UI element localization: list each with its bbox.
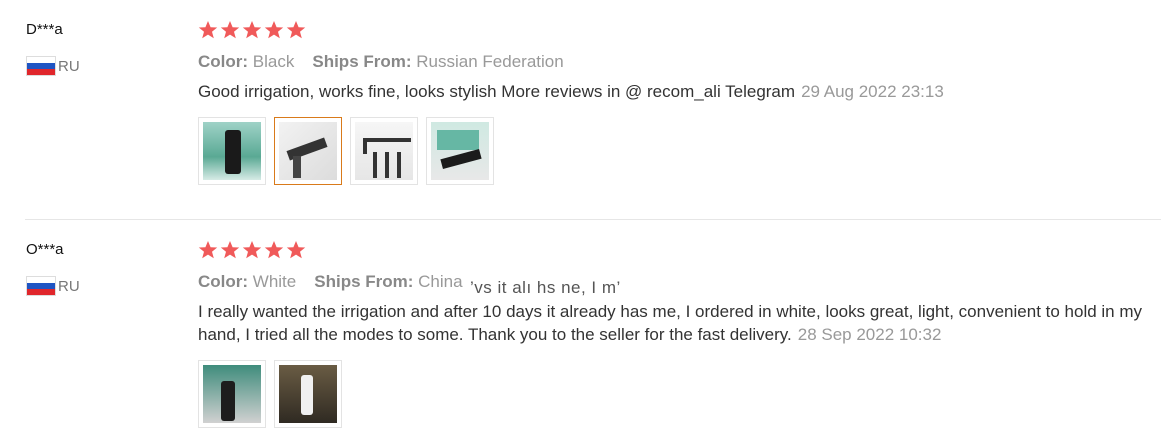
star-icon (198, 240, 218, 260)
review-image-thumbnail[interactable] (274, 360, 342, 428)
review-body: Color: White Ships From: China I really … (198, 240, 1153, 428)
review-image-thumbnail[interactable] (350, 117, 418, 185)
sku-info: Color: Black Ships From: Russian Federat… (198, 52, 1153, 72)
star-icon (286, 20, 306, 40)
sku-info: Color: White Ships From: China (198, 272, 1153, 292)
country-code: RU (58, 57, 80, 75)
review-text: Good irrigation, works fine, looks styli… (198, 82, 796, 101)
ships-from-label: Ships From: (314, 272, 414, 291)
color-label: Color: (198, 52, 249, 71)
product-photo (355, 122, 413, 180)
russia-flag-icon (26, 276, 56, 296)
review-body: Color: Black Ships From: Russian Federat… (198, 20, 1153, 185)
product-photo (279, 122, 337, 180)
star-icon (264, 20, 284, 40)
star-icon (242, 20, 262, 40)
star-icon (220, 20, 240, 40)
product-photo (203, 365, 261, 423)
color-attribute: Color: Black (198, 52, 294, 72)
review-images (198, 360, 1153, 428)
ships-from-attribute: Ships From: Russian Federation (312, 52, 563, 72)
rating-stars (198, 20, 1153, 42)
reviewer-country: RU (26, 276, 80, 296)
review-image-thumbnail[interactable] (274, 117, 342, 185)
ships-from-value: Russian Federation (416, 52, 564, 71)
product-photo (279, 365, 337, 423)
review-image-thumbnail[interactable] (198, 117, 266, 185)
review-item: D***a RU Color: Black Ships From: Russia… (0, 0, 1161, 219)
reviewer-country: RU (26, 56, 80, 76)
ships-from-attribute: Ships From: China (314, 272, 462, 292)
star-icon (286, 240, 306, 260)
reviewer-info: O***a RU (26, 240, 80, 296)
country-code: RU (58, 277, 80, 295)
review-date: 29 Aug 2022 23:13 (801, 82, 944, 101)
product-photo (203, 122, 261, 180)
review-image-thumbnail[interactable] (426, 117, 494, 185)
review-text: I really wanted the irrigation and after… (198, 302, 1143, 344)
color-label: Color: (198, 272, 249, 291)
overlapping-text-fragment: ’vs it alı hs ne, I m’ (470, 278, 621, 297)
review-images (198, 117, 1153, 185)
color-value: White (252, 272, 297, 291)
reviewer-name: D***a (26, 21, 63, 38)
star-icon (198, 20, 218, 40)
color-attribute: Color: White (198, 272, 296, 292)
review-date: 28 Sep 2022 10:32 (797, 325, 942, 344)
star-icon (220, 240, 240, 260)
review-text-block: I really wanted the irrigation and after… (198, 300, 1153, 346)
review-item: O***a RU Color: White Ships From: China … (0, 220, 1161, 447)
star-icon (264, 240, 284, 260)
color-value: Black (252, 52, 295, 71)
rating-stars (198, 240, 1153, 262)
reviewer-name: O***a (26, 241, 64, 258)
russia-flag-icon (26, 56, 56, 76)
ships-from-value: China (418, 272, 463, 291)
star-icon (242, 240, 262, 260)
reviewer-info: D***a RU (26, 20, 80, 76)
product-photo (431, 122, 489, 180)
review-text-block: Good irrigation, works fine, looks styli… (198, 80, 1153, 103)
review-image-thumbnail[interactable] (198, 360, 266, 428)
ships-from-label: Ships From: (312, 52, 412, 71)
